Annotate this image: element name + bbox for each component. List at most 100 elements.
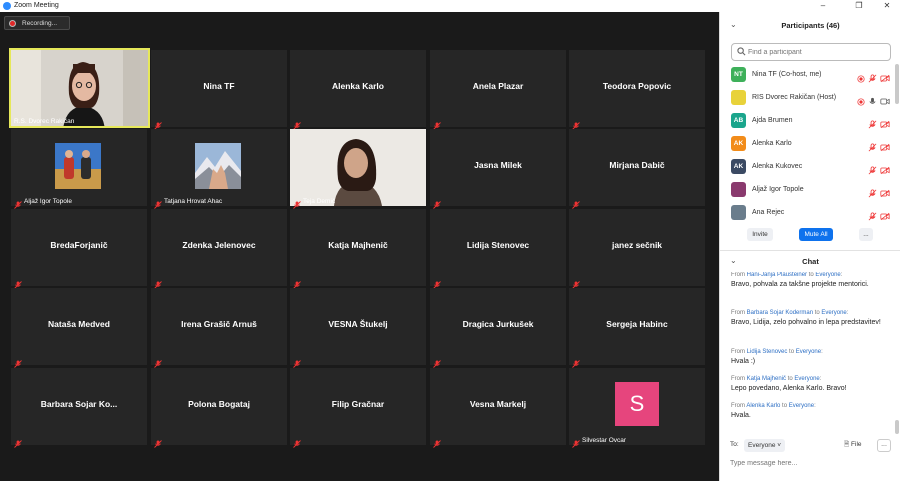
zoom-logo-icon <box>3 2 11 10</box>
close-button[interactable]: ✕ <box>876 0 898 12</box>
video-tile[interactable]: Nataša Medved <box>11 288 147 368</box>
participant-name: Jasna Milek <box>474 160 522 170</box>
video-tile[interactable]: Teodora Popovic <box>569 50 705 130</box>
video-tile[interactable]: Katja Majhenič <box>290 209 426 289</box>
muted-mic-icon[interactable] <box>868 185 877 203</box>
video-tile[interactable]: Dragica Jurkušek <box>430 288 566 368</box>
participant-avatar <box>731 205 746 220</box>
video-off-icon[interactable] <box>880 116 890 134</box>
muted-mic-icon <box>154 117 162 130</box>
participant-name: BredaForjanič <box>50 240 108 250</box>
search-input[interactable] <box>748 45 886 59</box>
chat-scrollbar[interactable] <box>895 420 899 434</box>
participant-row[interactable]: Ana Rejec <box>720 202 894 224</box>
message-sender[interactable]: Barbara Sojar Koderman <box>747 310 813 316</box>
muted-mic-icon <box>572 435 580 448</box>
recording-indicator[interactable]: Recording... <box>4 16 70 30</box>
muted-mic-icon[interactable] <box>868 116 877 134</box>
recipient-select[interactable]: Everyone ˅ <box>744 439 786 452</box>
participants-header: ⌄ Participants (46) <box>720 12 900 40</box>
message-sender[interactable]: Hani-Janja Plausteiner <box>747 272 807 278</box>
chat-message: From Lidija Stenovec to Everyone: Hvala :… <box>731 348 891 368</box>
video-tile[interactable]: Irena Grašič Arnuš <box>151 288 287 368</box>
message-sender[interactable]: Alenka Karlo <box>746 403 780 409</box>
video-tile[interactable]: Nina TF <box>151 50 287 130</box>
participant-scrollbar[interactable] <box>895 64 899 104</box>
participant-name: Polona Bogataj <box>188 399 250 409</box>
participant-name: Filip Gračnar <box>331 399 385 409</box>
participant-row[interactable]: RIS Dvorec Rakičan (Host) <box>720 87 894 109</box>
video-tile[interactable]: Barbara Sojar Ko... <box>11 368 147 448</box>
muted-mic-icon[interactable] <box>868 162 877 180</box>
muted-mic-icon <box>154 355 162 368</box>
chevron-down-icon: ˅ <box>777 442 782 449</box>
video-off-icon[interactable] <box>880 162 890 180</box>
chat-messages: From Hani-Janja Plausteiner to Everyone:… <box>720 272 900 432</box>
video-tile[interactable]: S Silvestar Ovcar <box>569 368 705 448</box>
mute-all-button[interactable]: Mute All <box>799 228 833 241</box>
video-off-icon[interactable] <box>880 70 890 88</box>
participants-title: Participants (46) <box>781 21 840 30</box>
participant-list: NT Nina TF (Co-host, me) RIS Dvorec Rakiča… <box>720 64 900 232</box>
invite-button[interactable]: Invite <box>747 228 773 241</box>
video-tile[interactable]: Alenka Karlo <box>290 50 426 130</box>
participant-name: Mirjana Dabič <box>609 160 665 170</box>
muted-mic-icon <box>154 196 162 209</box>
file-button[interactable]: 🗎 File <box>844 440 862 451</box>
video-tile[interactable]: Aljaž Igor Topole <box>11 129 147 209</box>
message-recipient: Everyone <box>821 310 847 316</box>
video-tile[interactable]: janez sečnik <box>569 209 705 289</box>
participant-search[interactable] <box>731 43 891 61</box>
mic-icon[interactable] <box>868 93 877 111</box>
participant-row[interactable]: AB Ajda Brumen <box>720 110 894 132</box>
video-icon[interactable] <box>880 93 890 111</box>
muted-mic-icon <box>293 196 301 209</box>
chat-message-input[interactable] <box>730 456 890 470</box>
participants-more-button[interactable]: ... <box>859 228 873 241</box>
from-word: From <box>731 272 745 278</box>
video-tile[interactable]: Vesna Markelj <box>430 368 566 448</box>
participant-name: Vesna Markelj <box>469 399 527 409</box>
video-tile[interactable]: Tatjana Hrovat Ahac <box>151 129 287 209</box>
message-sender[interactable]: Lidija Stenovec <box>747 349 788 355</box>
muted-mic-icon[interactable] <box>868 139 877 157</box>
to-word: to <box>787 376 793 382</box>
participant-video <box>290 129 426 206</box>
muted-mic-icon[interactable] <box>868 208 877 226</box>
message-text: Lepo povedano, Alenka Karlo. Bravo! <box>731 385 847 392</box>
participant-row[interactable]: Aljaž Igor Topole <box>720 179 894 201</box>
video-tile[interactable]: Filip Gračnar <box>290 368 426 448</box>
video-tile[interactable]: Mirjana Dabič <box>569 129 705 209</box>
video-tile[interactable]: Teja Demič <box>290 129 426 209</box>
participant-avatar: AB <box>731 113 746 128</box>
video-off-icon[interactable] <box>880 139 890 157</box>
participant-avatar <box>731 90 746 105</box>
video-tile[interactable]: VESNA Štukelj <box>290 288 426 368</box>
restore-button[interactable]: ❐ <box>848 0 870 12</box>
video-tile[interactable]: BredaForjanič <box>11 209 147 289</box>
participant-row[interactable]: AK Alenka Karlo <box>720 133 894 155</box>
chat-message: From Barbara Sojar Koderman to Everyone:… <box>731 309 891 329</box>
video-tile[interactable]: R.S. Dvorec Rakičan <box>9 48 150 128</box>
participant-name: janez sečnik <box>611 240 663 250</box>
muted-mic-icon[interactable] <box>868 70 877 88</box>
video-tile[interactable]: Lidija Stenovec <box>430 209 566 289</box>
chat-more-button[interactable]: ... <box>877 439 891 452</box>
message-recipient: Everyone <box>794 376 820 382</box>
video-tile[interactable]: Polona Bogataj <box>151 368 287 448</box>
message-sender[interactable]: Katja Majhenič <box>747 376 786 382</box>
muted-mic-icon <box>293 355 301 368</box>
participant-row[interactable]: NT Nina TF (Co-host, me) <box>720 64 894 86</box>
video-off-icon[interactable] <box>880 185 890 203</box>
minimize-button[interactable]: – <box>812 0 834 12</box>
search-icon <box>737 47 746 56</box>
video-off-icon[interactable] <box>880 208 890 226</box>
participant-row[interactable]: AK Alenka Kukovec <box>720 156 894 178</box>
video-tile[interactable]: Anela Plazar <box>430 50 566 130</box>
participant-name: Tatjana Hrovat Ahac <box>164 198 223 205</box>
participant-name: Ajda Brumen <box>752 117 793 124</box>
video-tile[interactable]: Zdenka Jelenovec <box>151 209 287 289</box>
chat-message: From Hani-Janja Plausteiner to Everyone:… <box>731 272 891 291</box>
video-tile[interactable]: Jasna Milek <box>430 129 566 209</box>
video-tile[interactable]: Sergeja Habinc <box>569 288 705 368</box>
